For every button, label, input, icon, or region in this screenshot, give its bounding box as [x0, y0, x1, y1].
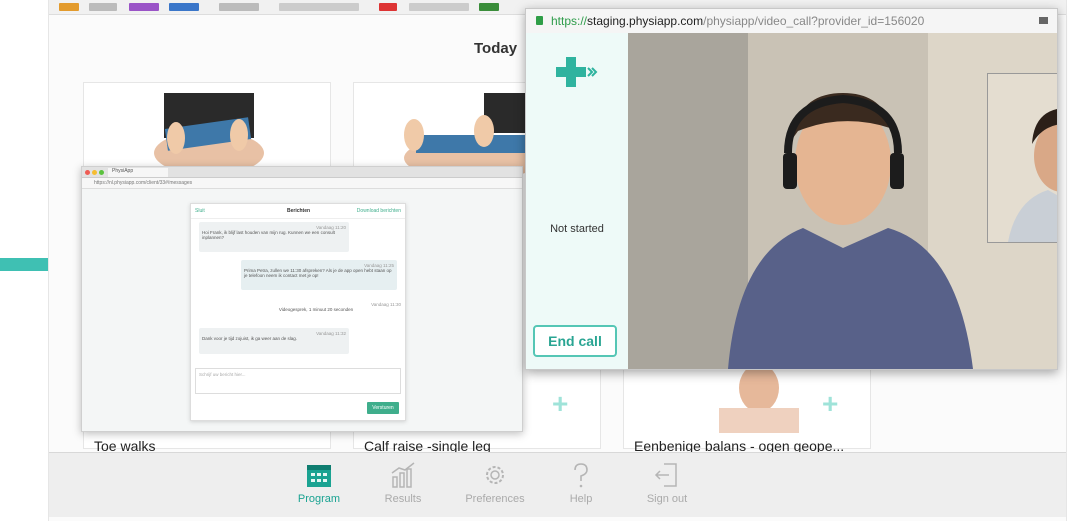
remote-video-feed [628, 33, 1057, 369]
video-call-address-bar[interactable]: https://staging.physiapp.com/physiapp/vi… [526, 9, 1057, 34]
nav-label: Preferences [465, 493, 525, 505]
video-call-sidebar: Not started End call [526, 33, 629, 369]
message-text: Hoi Frank, ik blijf last houden van mijn… [202, 230, 335, 240]
messages-header: Sluit Berichten Download berichten [191, 204, 405, 219]
chat-browser-window: PhysiApp https://nl.physiapp.com/client/… [81, 166, 523, 432]
bar-chart-icon [391, 462, 415, 488]
url-text: https://staging.physiapp.com/physiapp/vi… [551, 9, 924, 33]
message-bubble: Vandaag 11:32 Dank voor je tijd zojuist,… [199, 328, 349, 354]
url-host: staging.physiapp.com [587, 14, 704, 28]
nav-label: Program [297, 493, 341, 505]
close-link[interactable]: Sluit [195, 208, 205, 214]
url-scheme: https:// [551, 14, 588, 28]
plus-icon: + [552, 388, 569, 419]
nav-program[interactable]: Program [279, 461, 359, 505]
calendar-icon [307, 465, 331, 487]
nav-label: Results [384, 493, 422, 505]
question-icon [574, 463, 588, 488]
physiapp-logo-icon [556, 57, 598, 87]
camera-icon [1039, 17, 1048, 24]
message-input[interactable]: Schrijf uw bericht hier... [195, 368, 401, 394]
gear-icon [486, 466, 504, 484]
message-bubble: Vandaag 11:25 Prima Petra, zullen we 11:… [241, 260, 397, 290]
nav-preferences[interactable]: Preferences [455, 461, 535, 505]
messages-title: Berichten [287, 208, 311, 214]
call-log-entry: Vandaag 11:30 Videogesprek, 1 minuut 20 … [231, 302, 401, 312]
local-video-preview [987, 73, 1057, 243]
decorative-accent-bar [0, 258, 48, 271]
nav-label: Sign out [646, 493, 688, 505]
physiapp-window: Today Toe walks Calf raise -single leg +… [48, 0, 1067, 521]
chat-tab-bar: PhysiApp [82, 167, 522, 178]
plus-icon: + [822, 388, 839, 419]
bottom-navigation: Program Results Preferences Help Sign ou… [49, 452, 1066, 517]
video-call-window: https://staging.physiapp.com/physiapp/vi… [525, 8, 1058, 370]
nav-label: Help [569, 493, 593, 505]
chat-address-bar[interactable]: https://nl.physiapp.com/client/33#/messa… [82, 178, 522, 189]
lock-icon [536, 16, 543, 25]
messages-panel: Sluit Berichten Download berichten Vanda… [190, 203, 406, 421]
message-text: Prima Petra, zullen we 11:30 afspreken? … [244, 268, 392, 278]
download-messages-link[interactable]: Download berichten [357, 208, 401, 214]
page-title: Today [474, 40, 518, 57]
message-text: Videogesprek, 1 minuut 20 seconden [278, 307, 354, 312]
nav-results[interactable]: Results [363, 461, 443, 505]
url-path: /physiapp/video_call?provider_id=156020 [703, 14, 925, 28]
message-bubble: Vandaag 11:20 Hoi Frank, ik blijf last h… [199, 222, 349, 252]
nav-help[interactable]: Help [541, 461, 621, 505]
end-call-button[interactable]: End call [533, 325, 617, 357]
chat-tab[interactable]: PhysiApp [108, 168, 168, 177]
send-button[interactable]: Versturen [367, 402, 399, 414]
nav-sign-out[interactable]: Sign out [627, 461, 707, 505]
sign-out-icon [654, 463, 677, 487]
call-status: Not started [550, 223, 604, 235]
message-text: Dank voor je tijd zojuist, ik ga weer aa… [202, 336, 298, 341]
